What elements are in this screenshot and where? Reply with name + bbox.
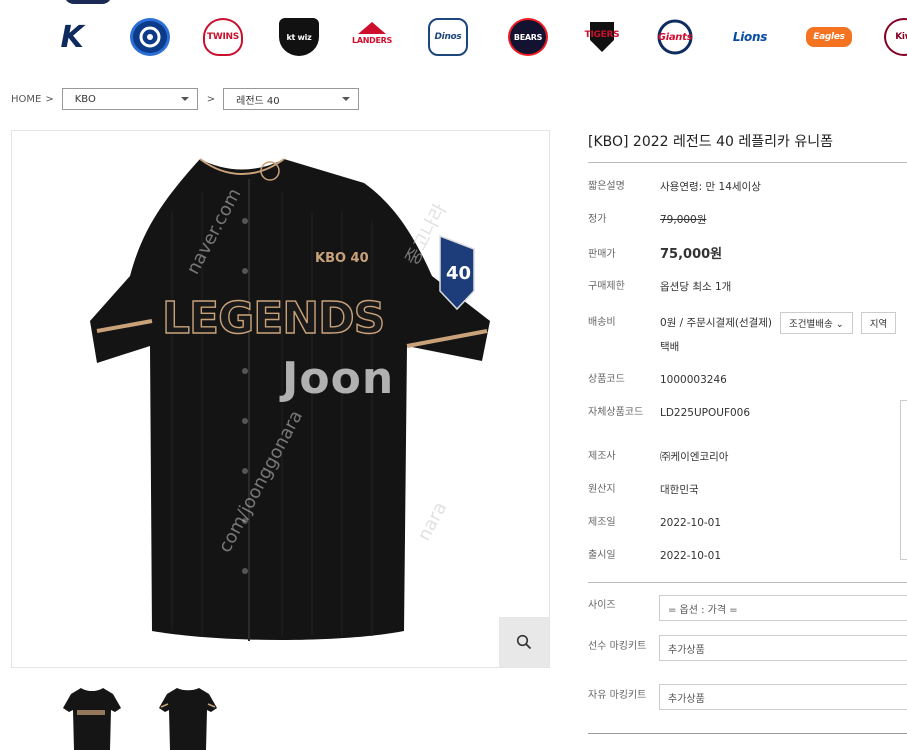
shipping-condition-button[interactable]: 조건별배송 ⌄ — [780, 312, 853, 334]
subcategory-select-value: 레전드 40 — [236, 95, 280, 107]
team-logo-strip: K TWINS kt wiz LANDERS Dinos BEARS TIGER… — [0, 0, 907, 72]
player-marking-value: 추가상품 — [668, 644, 705, 656]
limit-value: 옵션당 최소 1개 — [660, 281, 732, 293]
free-marking-select[interactable]: 추가상품 — [659, 684, 907, 710]
product-main-image[interactable]: 40 LEGENDS KBO 40 Joon naver.com 중고나라 co… — [11, 130, 550, 668]
watermark-text: Joon — [282, 353, 395, 404]
row-list-price: 정가 79,000원 — [588, 213, 706, 227]
lg-twins-logo[interactable]: TWINS — [203, 18, 243, 56]
row-release: 출시일 2022-10-01 — [588, 549, 721, 563]
magnifier-icon — [516, 634, 532, 650]
release-value: 2022-10-01 — [660, 550, 722, 562]
free-marking-value: 추가상품 — [668, 693, 705, 705]
summary-label: 짧은설명 — [588, 181, 625, 192]
kbo-circle-logo[interactable] — [130, 18, 170, 56]
summary-value: 사용연령: 만 14세이상 — [660, 181, 761, 193]
price-value: 75,000원 — [660, 247, 723, 262]
thumbnail-jersey-front — [63, 688, 121, 750]
shipping-method-value: 택배 — [660, 341, 680, 353]
origin-label: 원산지 — [588, 484, 616, 495]
breadcrumb: HOME > KBO > 레전드 40 — [11, 88, 360, 110]
chevron-down-icon — [180, 97, 189, 101]
made-date-label: 제조일 — [588, 517, 616, 528]
row-free-marking: 자유 마킹키트 — [588, 689, 648, 703]
shipping-region-button[interactable]: 지역 — [860, 312, 897, 334]
thumbnail-front[interactable] — [63, 686, 121, 750]
product-info: [KBO] 2022 레전드 40 레플리카 유니폼 — [588, 131, 907, 157]
row-shipping-method: 택배 — [588, 340, 679, 354]
category-select-value: KBO — [74, 93, 96, 105]
breadcrumb-home-link[interactable]: HOME — [11, 94, 41, 105]
kt-wiz-logo[interactable]: kt wiz — [279, 18, 319, 56]
player-marking-label: 선수 마킹키트 — [588, 641, 647, 652]
row-made-date: 제조일 2022-10-01 — [588, 516, 721, 530]
kia-tigers-logo[interactable]: TIGERS — [582, 18, 622, 56]
release-label: 출시일 — [588, 550, 616, 561]
header-decoration — [64, 0, 112, 4]
zoom-button[interactable] — [499, 617, 549, 667]
subcategory-select[interactable]: 레전드 40 — [223, 88, 360, 110]
own-code-label: 자체상품코드 — [588, 407, 644, 418]
hanwha-eagles-logo[interactable]: Eagles — [806, 27, 852, 47]
thumbnail-list — [63, 686, 217, 750]
own-code-value: LD225UPOUF006 — [660, 407, 751, 419]
swirl-icon — [139, 26, 161, 48]
row-size: 사이즈 — [588, 599, 660, 613]
jersey-legends-text: LEGENDS — [161, 292, 386, 344]
bottom-divider — [588, 733, 907, 734]
row-limit: 구매제한 옵션당 최소 1개 — [588, 280, 731, 294]
price-label: 판매가 — [588, 249, 616, 260]
thumbnail-jersey-back — [159, 688, 217, 750]
size-select[interactable]: = 옵션 : 가격 = — [659, 595, 907, 621]
lotte-giants-logo[interactable]: Giants — [655, 18, 695, 56]
side-panel-edge — [900, 400, 907, 560]
list-price-label: 정가 — [588, 214, 607, 225]
row-code: 상품코드 1000003246 — [588, 373, 727, 387]
kbo-k-logo[interactable]: K — [52, 18, 92, 56]
maker-value: ㈜케이엔코리아 — [660, 451, 729, 463]
doosan-bears-logo[interactable]: BEARS — [508, 18, 548, 56]
code-value: 1000003246 — [660, 374, 727, 386]
size-select-value: = 옵션 : 가격 = — [668, 604, 738, 616]
breadcrumb-separator: > — [45, 93, 54, 105]
row-summary: 짧은설명 사용연령: 만 14세이상 — [588, 180, 761, 194]
nc-dinos-logo[interactable]: Dinos — [428, 18, 468, 56]
kiwoom-heroes-logo[interactable]: Kiw — [884, 18, 907, 56]
category-select[interactable]: KBO — [61, 88, 198, 110]
maker-label: 제조사 — [588, 451, 616, 462]
jersey-image: 40 — [90, 158, 490, 641]
row-shipping: 배송비 0원 / 주문시결제(선결제) 조건별배송 ⌄ 지역 — [588, 312, 897, 334]
player-marking-select[interactable]: 추가상품 — [659, 635, 907, 661]
ssg-landers-logo[interactable]: LANDERS — [352, 18, 392, 56]
row-origin: 원산지 대한민국 — [588, 483, 699, 497]
samsung-lions-logo[interactable]: Lions — [730, 18, 770, 56]
limit-label: 구매제한 — [588, 281, 625, 292]
row-maker: 제조사 ㈜케이엔코리아 — [588, 450, 728, 464]
chevron-down-icon — [342, 97, 351, 101]
options-divider — [588, 582, 907, 583]
made-date-value: 2022-10-01 — [660, 517, 722, 529]
row-player-marking: 선수 마킹키트 — [588, 640, 648, 654]
product-title: [KBO] 2022 레전드 40 레플리카 유니폼 — [588, 134, 833, 150]
origin-value: 대한민국 — [660, 484, 699, 496]
size-label: 사이즈 — [588, 600, 616, 611]
shipping-value: 0원 / 주문시결제(선결제) — [660, 317, 773, 329]
shipping-label: 배송비 — [588, 317, 616, 328]
jersey-kbo40-text: KBO 40 — [315, 251, 369, 266]
list-price-value: 79,000원 — [660, 214, 707, 226]
free-marking-label: 자유 마킹키트 — [588, 690, 647, 701]
thumbnail-back[interactable] — [159, 686, 217, 750]
row-own-code: 자체상품코드 LD225UPOUF006 — [588, 406, 750, 420]
row-price: 판매가 75,000원 — [588, 246, 722, 264]
code-label: 상품코드 — [588, 374, 625, 385]
breadcrumb-separator: > — [206, 93, 216, 105]
sleeve-patch-text: 40 — [446, 263, 471, 284]
title-divider — [588, 162, 907, 163]
